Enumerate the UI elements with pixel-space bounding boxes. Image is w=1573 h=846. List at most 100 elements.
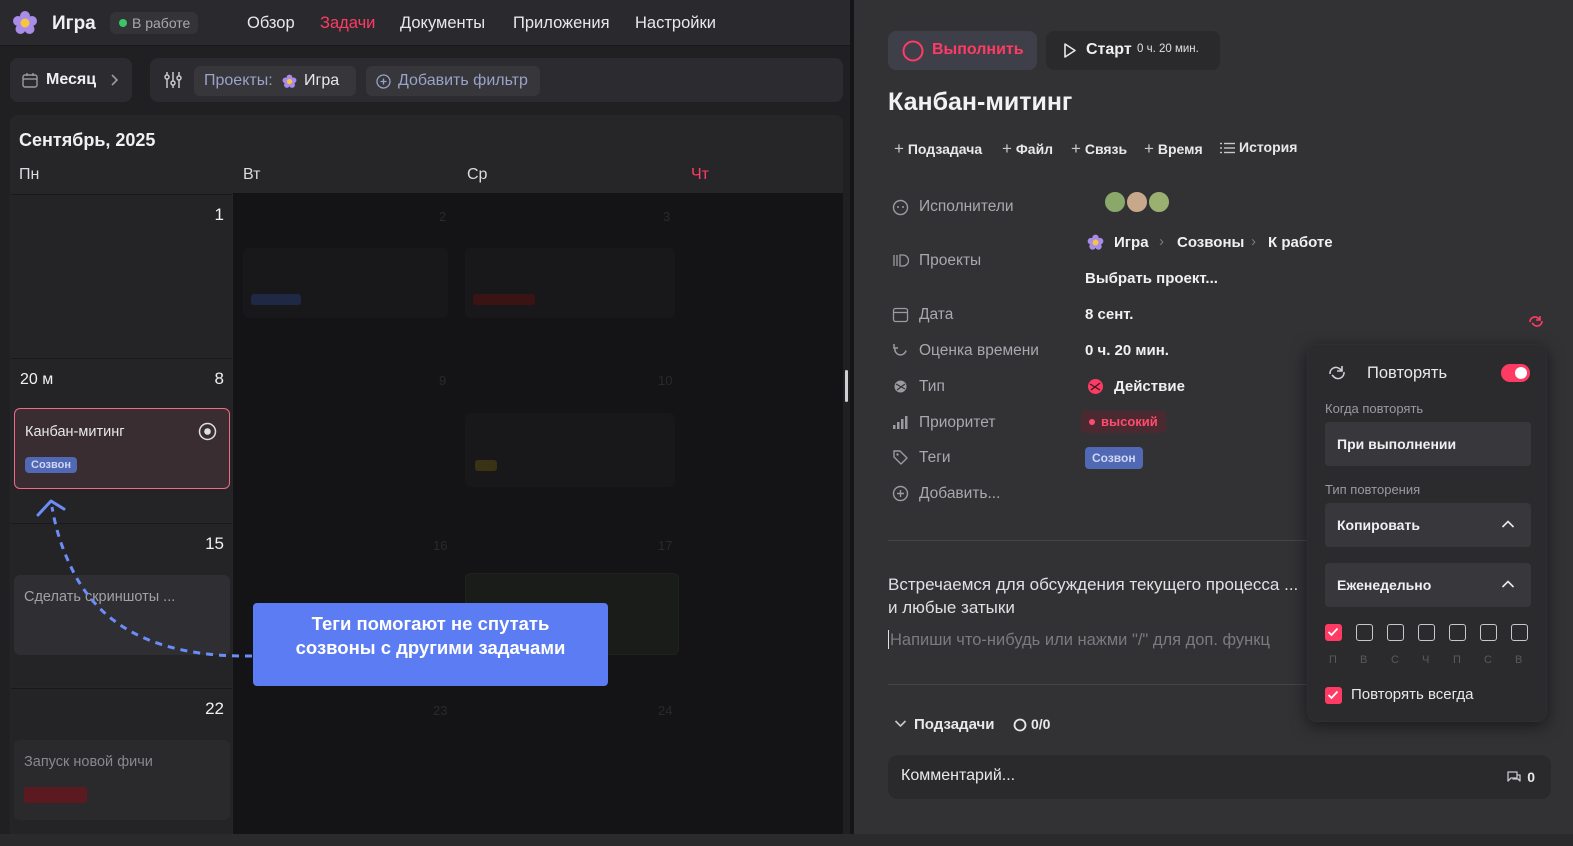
- ghost-tag: [251, 294, 301, 305]
- priority-value: высокий: [1101, 414, 1158, 429]
- weekday-letter: В: [1360, 654, 1368, 666]
- task-title: Запуск новой фичи: [24, 754, 153, 770]
- task-card-kanban[interactable]: Канбан-митинг Созвон: [14, 408, 230, 489]
- action-label: Связь: [1084, 141, 1128, 157]
- repeat-icon[interactable]: [1526, 313, 1546, 330]
- add-filter-button[interactable]: Добавить фильтр: [366, 66, 540, 96]
- add-property-button[interactable]: Добавить...: [919, 485, 1000, 503]
- resize-handle[interactable]: [845, 370, 848, 402]
- nav-overview[interactable]: Обзор: [247, 14, 295, 33]
- comment-box[interactable]: Комментарий... 0: [888, 755, 1551, 799]
- estimate-label: Оценка времени: [919, 342, 1039, 359]
- estimate-value[interactable]: 0 ч. 20 мин.: [1085, 342, 1169, 359]
- weekday-checkbox[interactable]: [1449, 624, 1466, 641]
- task-title: Канбан-митинг: [25, 424, 125, 440]
- subtasks-toggle[interactable]: Подзадачи: [914, 716, 994, 733]
- add-link-action[interactable]: + Связь: [1071, 139, 1127, 159]
- date-value[interactable]: 8 сент.: [1085, 306, 1133, 323]
- comments-count: 0: [1527, 769, 1535, 785]
- type-value[interactable]: Действие: [1114, 378, 1185, 395]
- complete-label: Выполнить: [932, 41, 1024, 58]
- avatar: [1125, 190, 1149, 214]
- start-time: 0 ч. 20 мин.: [1137, 43, 1199, 55]
- project-path-root[interactable]: Игра: [1114, 234, 1149, 251]
- when-repeat-select[interactable]: При выполнении: [1325, 422, 1531, 466]
- chevron-down-icon[interactable]: [894, 719, 907, 729]
- nav-documents[interactable]: Документы: [400, 14, 485, 33]
- time-estimate-icon: [893, 344, 907, 356]
- add-time-action[interactable]: + Время: [1144, 139, 1203, 159]
- start-label: Старт: [1086, 41, 1132, 58]
- status-badge[interactable]: В работе: [110, 12, 199, 34]
- complete-button[interactable]: Выполнить: [888, 31, 1037, 70]
- assignee-avatars[interactable]: [1103, 190, 1173, 216]
- dim-day: 9: [439, 373, 447, 388]
- complete-circle-icon[interactable]: [198, 422, 217, 441]
- project-path-status[interactable]: К работе: [1268, 234, 1333, 251]
- project-filter-chip[interactable]: Проекты: Игра: [194, 66, 356, 96]
- check-icon: [1327, 627, 1339, 637]
- subtasks-count: 0/0: [1031, 716, 1051, 732]
- project-path-section[interactable]: Созвоны: [1177, 234, 1244, 251]
- assignees-icon: [892, 199, 909, 216]
- divider-line: [888, 540, 1308, 541]
- tags-label: Теги: [919, 449, 951, 466]
- repeat-type-select[interactable]: Копировать: [1325, 503, 1531, 547]
- add-subtask-action[interactable]: + Подзадача: [894, 139, 982, 159]
- top-bar: Игра В работе Обзор Задачи Документы При…: [0, 0, 850, 46]
- type-label: Тип: [919, 378, 945, 395]
- weekday-checkbox[interactable]: [1511, 624, 1528, 641]
- status-label: В работе: [132, 15, 191, 31]
- ghost-task: [465, 248, 675, 318]
- editor-input[interactable]: Напиши что-нибудь или нажми "/" для доп.…: [890, 631, 1305, 650]
- day-cell[interactable]: 1: [11, 194, 232, 357]
- start-timer-button[interactable]: Старт 0 ч. 20 мин.: [1046, 31, 1220, 70]
- nav-apps[interactable]: Приложения: [513, 14, 610, 33]
- comment-input[interactable]: Комментарий...: [901, 767, 1015, 785]
- nav-tasks[interactable]: Задачи: [320, 14, 375, 33]
- play-icon: [1064, 43, 1076, 58]
- text-cursor: [888, 630, 889, 649]
- weekday-checkbox[interactable]: [1387, 624, 1404, 641]
- when-repeat-label: Когда повторять: [1325, 401, 1424, 416]
- description-line-2[interactable]: и любые затыки: [888, 598, 1015, 618]
- priority-badge[interactable]: высокий: [1081, 411, 1166, 433]
- repeat-icon: [1329, 366, 1345, 380]
- task-card[interactable]: Запуск новой фичи: [14, 740, 230, 820]
- priority-dot-icon: [1089, 419, 1095, 425]
- weekday-letter: П: [1453, 654, 1461, 666]
- plus-circle-icon: [376, 74, 391, 89]
- hint-tooltip: Теги помогают не спутать созвоны с други…: [253, 603, 608, 686]
- view-selector[interactable]: Месяц: [10, 58, 132, 102]
- app-title[interactable]: Игра: [52, 13, 96, 35]
- frequency-value: Еженедельно: [1337, 577, 1432, 593]
- day-number: 1: [214, 205, 224, 224]
- nav-settings[interactable]: Настройки: [635, 14, 716, 33]
- repeat-always-checkbox[interactable]: [1325, 687, 1342, 704]
- day-cell[interactable]: 22 Запуск новой фичи: [11, 688, 232, 834]
- calendar-icon: [892, 307, 909, 323]
- action-type-icon: [1088, 379, 1103, 394]
- history-action[interactable]: История: [1220, 139, 1297, 155]
- tooltip-line-1: Теги помогают не спутать: [311, 613, 550, 634]
- project-filter-name: Игра: [304, 72, 340, 89]
- repeat-popup: Повторять Когда повторять При выполнении…: [1307, 344, 1547, 722]
- task-title-heading[interactable]: Канбан-митинг: [888, 88, 1072, 117]
- add-filter-label: Добавить фильтр: [398, 72, 528, 89]
- frequency-select[interactable]: Еженедельно: [1325, 563, 1531, 607]
- repeat-toggle[interactable]: [1501, 364, 1530, 382]
- filter-settings-icon[interactable]: [164, 71, 182, 89]
- weekday-checkbox[interactable]: [1356, 624, 1373, 641]
- projects-icon: [893, 254, 909, 267]
- repeat-type-value: Копировать: [1337, 517, 1420, 533]
- weekday-checkbox[interactable]: [1480, 624, 1497, 641]
- chevron-right-icon: [111, 74, 118, 86]
- weekday-checkbox[interactable]: [1325, 624, 1342, 641]
- description-line-1[interactable]: Встречаемся для обсуждения текущего проц…: [888, 575, 1298, 595]
- choose-project-link[interactable]: Выбрать проект...: [1085, 270, 1218, 287]
- weekday-letter: С: [1484, 654, 1492, 666]
- weekday-checkbox[interactable]: [1418, 624, 1435, 641]
- add-file-action[interactable]: + Файл: [1002, 139, 1053, 159]
- tag-badge[interactable]: Созвон: [1085, 447, 1143, 469]
- action-label: Время: [1157, 141, 1203, 157]
